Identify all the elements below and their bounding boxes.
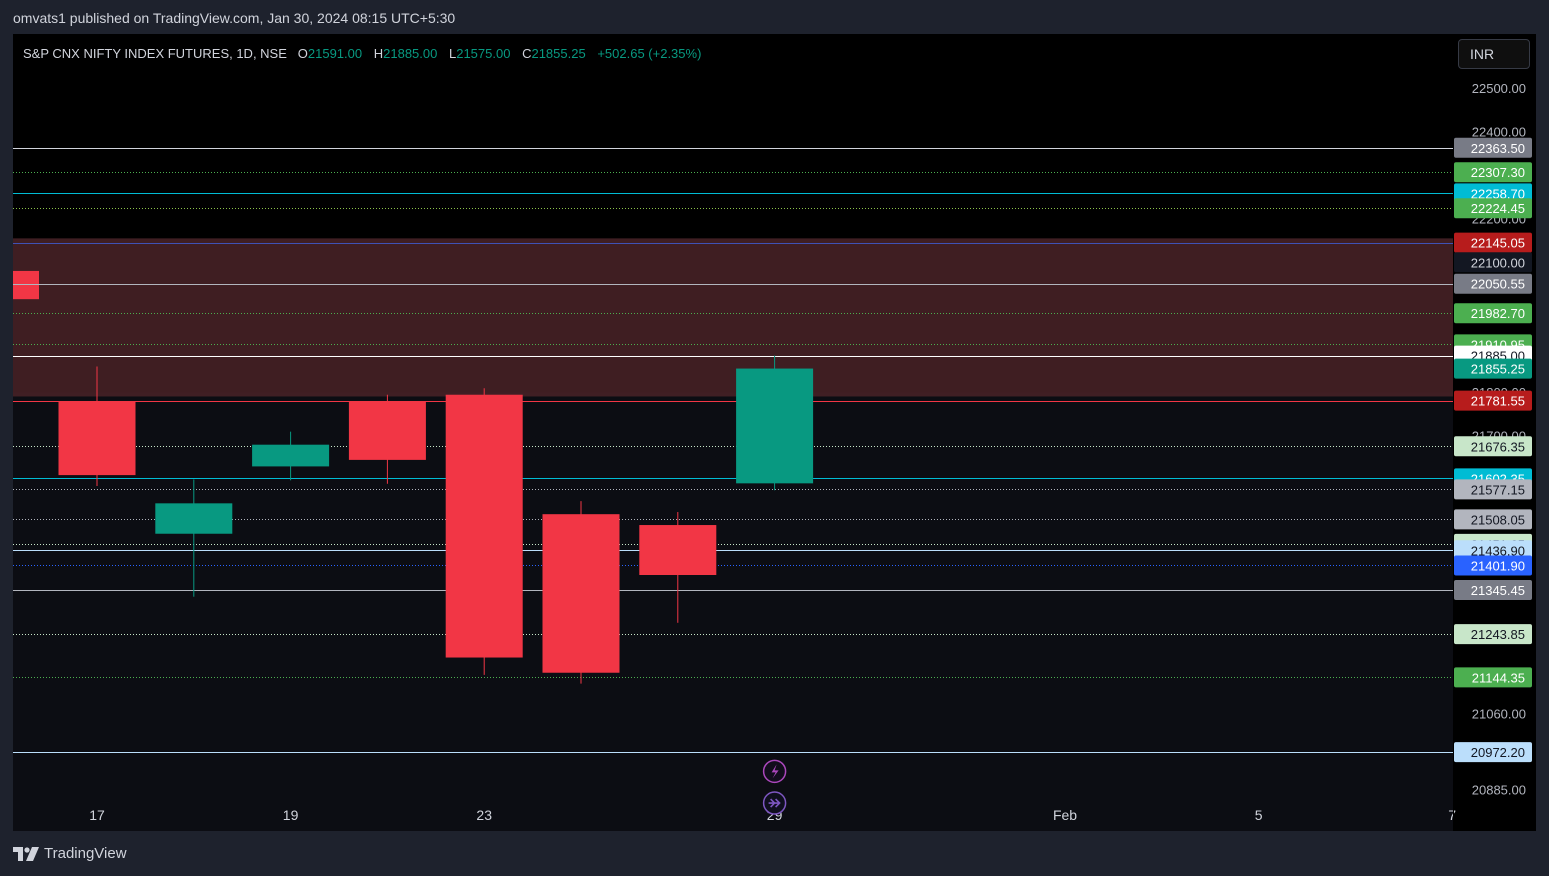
- price-tick-label: 21060.00: [1472, 707, 1526, 722]
- high-value: 21885.00: [383, 46, 438, 61]
- candle-body[interactable]: [348, 401, 426, 460]
- candlestick-chart[interactable]: 22500.0022400.0022200.0022100.0021800.00…: [13, 34, 1536, 831]
- price-label-21577.15: 21577.15: [1471, 482, 1525, 497]
- price-label-21982.70: 21982.70: [1471, 306, 1525, 321]
- time-tick-label: 5: [1255, 807, 1263, 823]
- price-label-21781.55: 21781.55: [1471, 394, 1525, 409]
- candle-body[interactable]: [155, 503, 233, 534]
- time-tick-label: 23: [476, 807, 492, 823]
- price-tick-label: 22500.00: [1472, 81, 1526, 96]
- price-tick-label: 20885.00: [1472, 783, 1526, 798]
- time-tick-label: 17: [89, 807, 105, 823]
- price-label-21345.45: 21345.45: [1471, 583, 1525, 598]
- price-label-22100.00: 22100.00: [1471, 255, 1525, 270]
- price-label-22145.05: 22145.05: [1471, 236, 1525, 251]
- open-label: O: [297, 46, 308, 61]
- high-label: H: [373, 46, 384, 61]
- price-label-22224.45: 22224.45: [1471, 201, 1525, 216]
- currency-button[interactable]: INR: [1458, 39, 1530, 69]
- change-value: +502.65 (+2.35%): [597, 46, 702, 61]
- candle-body[interactable]: [252, 444, 330, 467]
- candle-body[interactable]: [58, 401, 136, 476]
- brand-name: TradingView: [44, 845, 127, 862]
- tradingview-brand[interactable]: TradingView: [13, 845, 127, 862]
- supply-zone: [13, 238, 1453, 397]
- price-label-22050.55: 22050.55: [1471, 277, 1525, 292]
- time-tick-label: Feb: [1053, 807, 1077, 823]
- price-label-22363.50: 22363.50: [1471, 141, 1525, 156]
- price-label-21243.85: 21243.85: [1471, 627, 1525, 642]
- price-label-21144.35: 21144.35: [1472, 670, 1525, 685]
- candle-body[interactable]: [445, 394, 523, 658]
- symbol-title[interactable]: S&P CNX NIFTY INDEX FUTURES, 1D, NSE: [23, 46, 287, 61]
- close-value: 21855.25: [531, 46, 586, 61]
- plot-lower-area: [13, 392, 1453, 803]
- publish-info: omvats1 published on TradingView.com, Ja…: [13, 10, 456, 26]
- price-label-21676.35: 21676.35: [1471, 439, 1525, 454]
- time-tick-label: 7: [1448, 807, 1456, 823]
- price-tick-label: 22400.00: [1472, 124, 1526, 139]
- legend-ohlc: S&P CNX NIFTY INDEX FUTURES, 1D, NSE O21…: [23, 46, 709, 61]
- zone-marker: [13, 270, 39, 300]
- price-label-21508.05: 21508.05: [1471, 512, 1525, 527]
- price-label-22307.30: 22307.30: [1471, 165, 1525, 180]
- chart-pane[interactable]: 22500.0022400.0022200.0022100.0021800.00…: [13, 34, 1536, 831]
- candle-body[interactable]: [639, 525, 717, 575]
- low-value: 21575.00: [456, 46, 511, 61]
- tradingview-logo-icon: [13, 846, 39, 861]
- candle-body[interactable]: [542, 514, 620, 673]
- price-label-21855.25: 21855.25: [1471, 362, 1525, 377]
- time-tick-label: 19: [283, 807, 299, 823]
- candle-body[interactable]: [736, 368, 814, 484]
- open-value: 21591.00: [307, 46, 363, 61]
- price-label-21401.90: 21401.90: [1471, 558, 1525, 573]
- price-label-20972.20: 20972.20: [1471, 745, 1525, 760]
